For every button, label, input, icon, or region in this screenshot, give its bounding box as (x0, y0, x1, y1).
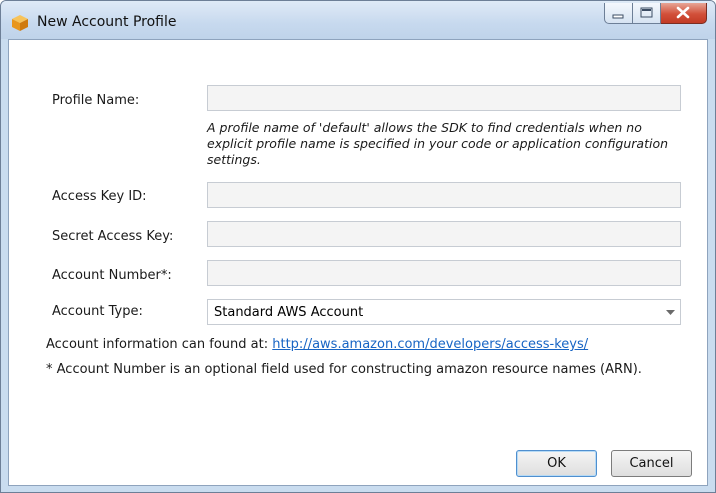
dialog-content: Profile Name: A profile name of 'default… (8, 39, 708, 486)
aws-cube-icon (12, 15, 28, 31)
profile-name-input[interactable] (207, 85, 681, 111)
dialog-window: New Account Profile Profile Name: A prof… (0, 0, 716, 493)
account-info-line: Account information can found at: http:/… (46, 337, 588, 352)
chevron-down-icon (666, 310, 675, 315)
access-keys-link[interactable]: http://aws.amazon.com/developers/access-… (272, 337, 588, 352)
account-type-label: Account Type: (52, 304, 143, 319)
maximize-button[interactable] (633, 3, 661, 24)
close-icon (676, 6, 690, 19)
profile-name-hint: A profile name of 'default' allows the S… (207, 120, 669, 167)
secret-access-key-input[interactable] (207, 221, 681, 247)
account-type-select[interactable]: Standard AWS Account (207, 299, 681, 325)
ok-button[interactable]: OK (516, 450, 597, 477)
access-key-id-input[interactable] (207, 182, 681, 208)
window-title: New Account Profile (37, 14, 177, 30)
minimize-icon (612, 14, 624, 19)
account-number-footnote: * Account Number is an optional field us… (46, 362, 642, 377)
account-info-text: Account information can found at: (46, 337, 269, 352)
maximize-icon (640, 7, 653, 18)
profile-name-label: Profile Name: (52, 93, 140, 108)
access-key-id-label: Access Key ID: (52, 189, 147, 204)
caption-buttons (604, 3, 707, 24)
account-number-input[interactable] (207, 260, 681, 286)
minimize-button[interactable] (604, 3, 633, 24)
cancel-button[interactable]: Cancel (611, 450, 692, 477)
secret-access-key-label: Secret Access Key: (52, 229, 174, 244)
close-button[interactable] (661, 3, 707, 24)
account-type-value: Standard AWS Account (214, 305, 364, 320)
account-number-label: Account Number*: (52, 268, 172, 283)
title-bar[interactable]: New Account Profile (1, 1, 715, 39)
